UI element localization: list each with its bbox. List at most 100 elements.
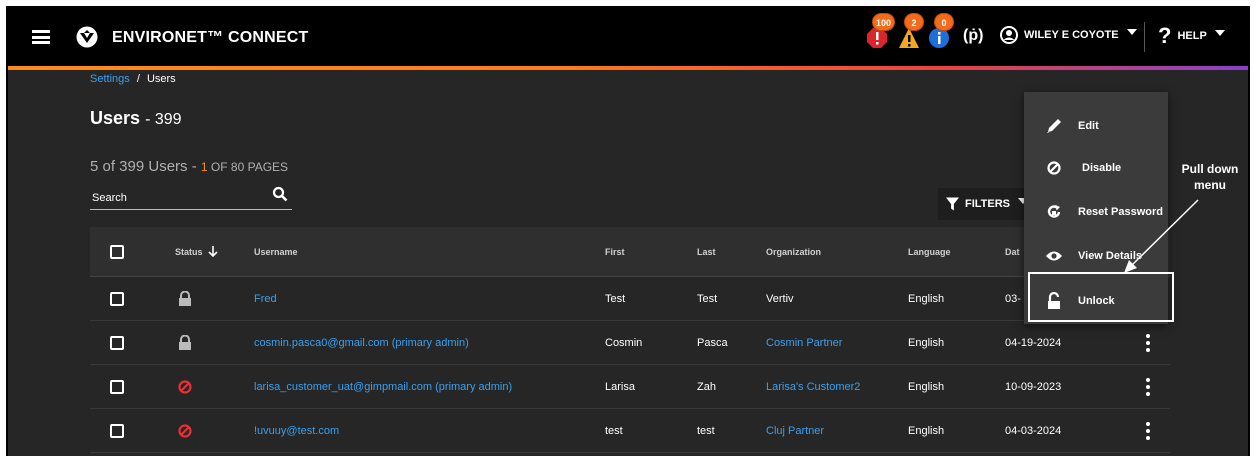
pencil-icon [1047, 119, 1061, 133]
row-actions-kebab-icon[interactable] [1146, 409, 1150, 452]
date-cell: 03- [1005, 292, 1021, 305]
connection-status-icon[interactable]: (ṗ) [963, 27, 983, 45]
table-row[interactable]: !uvuuy@test.com test test Cluj Partner E… [90, 409, 1170, 453]
last-name-cell: Test [697, 292, 718, 305]
page-title-count: - 399 [145, 111, 182, 128]
status-cell [178, 277, 192, 320]
menu-item-view-details[interactable]: View Details [1024, 236, 1168, 276]
username-link[interactable]: cosmin.pasca0@gmail.com (primary admin) [254, 321, 469, 364]
hamburger-menu-icon[interactable] [32, 30, 50, 44]
username-link[interactable]: Fred [254, 277, 277, 320]
eye-icon [1046, 251, 1062, 261]
username-link[interactable]: !uvuuy@test.com [254, 409, 339, 452]
organization-link[interactable]: Cluj Partner [766, 409, 824, 452]
unlock-highlight-box [1028, 272, 1174, 322]
user-menu[interactable]: WILEY E COYOTE [1000, 26, 1137, 44]
table-row[interactable]: larisa_customer_uat@gimpmail.com (primar… [90, 365, 1170, 409]
date-column-header[interactable]: Dat [1005, 227, 1020, 276]
critical-alert-badge: 100 [872, 13, 896, 31]
first-name-cell: test [605, 424, 623, 437]
disable-icon [1047, 161, 1061, 175]
lock-icon [179, 334, 191, 350]
table-row[interactable]: cosmin.pasca0@gmail.com (primary admin) … [90, 321, 1170, 365]
row-checkbox[interactable] [110, 409, 124, 452]
breadcrumb: Settings / Users [90, 73, 176, 85]
current-page-number: 1 [200, 160, 208, 174]
status-column-header[interactable]: Status [175, 227, 218, 276]
date-cell: 04-19-2024 [1005, 336, 1062, 349]
divider [1144, 22, 1145, 52]
breadcrumb-current: Users [146, 73, 176, 85]
page-title: Users - 399 [90, 108, 182, 129]
username-link[interactable]: larisa_customer_uat@gimpmail.com (primar… [254, 365, 512, 408]
top-bar: ENVIRONET™ CONNECT 100 2 0 (ṗ) WILEY E C… [8, 8, 1248, 66]
last-column-header[interactable]: Last [697, 227, 716, 276]
environet-logo-icon [76, 26, 98, 48]
header-accent-bar [8, 66, 1248, 70]
pull-down-menu-annotation: Pull down menu [1181, 162, 1239, 192]
breadcrumb-separator: / [136, 73, 140, 85]
row-actions-kebab-icon[interactable] [1146, 365, 1150, 408]
info-alert-button[interactable]: 0 [928, 13, 954, 49]
chevron-down-icon [1126, 29, 1137, 35]
last-name-cell: Pasca [697, 336, 728, 349]
table-header: Status Username First Last Organization … [90, 227, 1170, 277]
status-cell [178, 321, 192, 364]
breadcrumb-settings-link[interactable]: Settings [90, 73, 130, 85]
search-label: Search [92, 192, 127, 204]
page-count-text: OF 80 PAGES [207, 160, 289, 174]
language-cell: English [908, 424, 945, 437]
organization-column-header[interactable]: Organization [766, 227, 821, 276]
users-table: Status Username First Last Organization … [90, 227, 1170, 453]
app-title: ENVIRONET™ CONNECT [112, 29, 309, 46]
status-cell [178, 365, 192, 408]
disabled-icon [178, 423, 192, 438]
help-label: HELP [1177, 30, 1207, 42]
user-name: WILEY E COYOTE [1024, 29, 1119, 41]
table-row[interactable]: Fred Test Test Vertiv English 03- [90, 277, 1170, 321]
menu-item-view-details-label: View Details [1078, 250, 1142, 262]
first-name-cell: Cosmin [605, 336, 643, 349]
row-checkbox[interactable] [110, 321, 124, 364]
paging-summary-text: 5 of 399 Users - [90, 158, 201, 175]
menu-item-edit-label: Edit [1078, 120, 1099, 132]
paging-summary: 5 of 399 Users - 1 OF 80 PAGES [90, 158, 288, 175]
critical-alert-button[interactable]: 100 [866, 13, 896, 49]
filters-label: FILTERS [964, 198, 1010, 210]
app-window: ENVIRONET™ CONNECT 100 2 0 (ṗ) WILEY E C… [6, 6, 1250, 456]
help-menu[interactable]: ? HELP [1158, 23, 1225, 49]
menu-item-disable[interactable]: Disable [1024, 148, 1168, 188]
username-column-header[interactable]: Username [254, 227, 298, 276]
row-actions-kebab-icon[interactable] [1146, 321, 1150, 364]
menu-item-reset-password[interactable]: Reset Password [1024, 192, 1168, 232]
status-header-label: Status [175, 246, 203, 257]
user-avatar-icon [1000, 26, 1018, 44]
date-cell: 10-09-2023 [1005, 380, 1062, 393]
row-checkbox[interactable] [110, 277, 124, 320]
search-icon[interactable] [272, 186, 288, 202]
first-column-header[interactable]: First [605, 227, 625, 276]
row-checkbox[interactable] [110, 365, 124, 408]
filters-button[interactable]: FILTERS [938, 188, 1028, 220]
organization-cell: Vertiv [766, 292, 794, 305]
status-cell [178, 409, 192, 452]
filter-icon [946, 197, 959, 211]
warning-alert-badge: 2 [904, 13, 924, 31]
chevron-down-icon [1214, 30, 1225, 36]
first-name-cell: Larisa [605, 380, 635, 393]
language-cell: English [908, 380, 945, 393]
first-name-cell: Test [605, 292, 626, 305]
menu-item-edit[interactable]: Edit [1024, 106, 1168, 146]
menu-item-reset-password-label: Reset Password [1078, 206, 1163, 218]
organization-link[interactable]: Larisa's Customer2 [766, 365, 860, 408]
select-all-checkbox[interactable] [110, 227, 124, 276]
lock-icon [179, 290, 191, 306]
help-icon: ? [1158, 23, 1172, 48]
language-column-header[interactable]: Language [908, 227, 951, 276]
language-cell: English [908, 292, 945, 305]
last-name-cell: Zah [697, 380, 716, 393]
page-title-text: Users [90, 108, 141, 128]
search-input[interactable]: Search [90, 184, 292, 210]
warning-alert-button[interactable]: 2 [898, 13, 924, 49]
organization-link[interactable]: Cosmin Partner [766, 321, 842, 364]
